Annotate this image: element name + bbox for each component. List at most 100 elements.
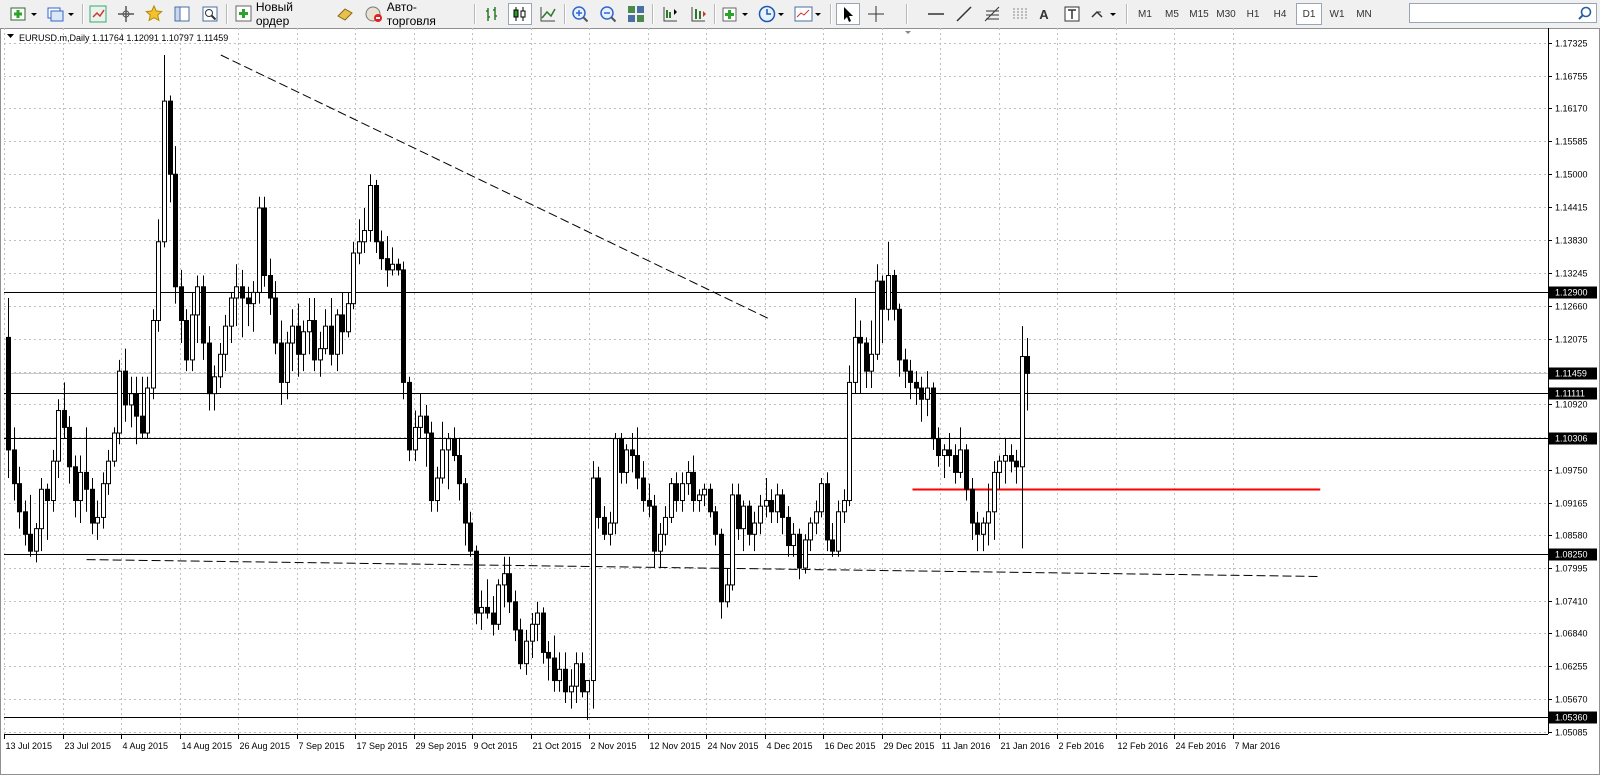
candle-bearish — [62, 410, 67, 428]
price-tick-label: 1.06840 — [1555, 629, 1588, 639]
candle-bearish — [385, 258, 390, 271]
line-chart-button[interactable] — [536, 3, 560, 25]
text-tool-button[interactable]: A — [1032, 3, 1056, 25]
candle-bullish — [251, 291, 256, 305]
bar-chart-button[interactable] — [480, 3, 504, 25]
candle-bullish — [418, 415, 423, 428]
candle-bullish — [390, 263, 395, 271]
terminal-button[interactable] — [170, 3, 194, 25]
candle-bullish — [301, 331, 306, 355]
periods-button[interactable] — [756, 3, 790, 25]
channel-tool-button[interactable] — [1008, 3, 1032, 25]
candle-bearish — [596, 477, 601, 518]
candle-bullish — [151, 320, 156, 389]
timeframe-w1[interactable]: W1 — [1324, 3, 1350, 25]
timeframe-m5[interactable]: M5 — [1159, 3, 1185, 25]
time-tick-label: 7 Mar 2016 — [1235, 741, 1281, 751]
candle-bearish — [379, 241, 384, 260]
candle-bullish — [557, 668, 562, 682]
candle-bullish — [195, 286, 200, 316]
timeframe-mn[interactable]: MN — [1351, 3, 1377, 25]
zoom-in-button[interactable] — [568, 3, 592, 25]
fibonacci-tool-button[interactable] — [980, 3, 1004, 25]
tester-button[interactable] — [198, 3, 222, 25]
candle-bullish — [257, 207, 262, 293]
chart-shift-button[interactable] — [658, 3, 682, 25]
candle-bearish — [201, 286, 206, 344]
experts-button[interactable] — [333, 3, 357, 25]
text-label-icon — [1064, 6, 1080, 22]
timeframe-h4[interactable]: H4 — [1267, 3, 1293, 25]
candle-bullish — [357, 241, 362, 254]
text-label-tool-button[interactable] — [1060, 3, 1084, 25]
candle-bearish — [84, 471, 89, 490]
candle-bullish — [925, 387, 930, 400]
candle-bearish — [630, 449, 635, 457]
candlestick-chart-button[interactable] — [508, 3, 532, 25]
price-level-tag-label: 1.11111 — [1555, 389, 1585, 399]
candle-bullish — [285, 342, 290, 383]
clock-icon — [758, 5, 784, 23]
candle-bearish — [580, 663, 585, 693]
candle-bullish — [39, 488, 44, 530]
candle-bearish — [719, 533, 724, 603]
candle-bullish — [741, 505, 746, 530]
candle-bullish — [218, 353, 223, 378]
templates-button[interactable] — [792, 3, 826, 25]
main-toolbar: Новый ордер Авто-торговля A M1 M5 M15 M3… — [0, 0, 1600, 29]
candle-bullish — [680, 483, 685, 502]
zoom-out-button[interactable] — [596, 3, 620, 25]
timeframe-m30[interactable]: M30 — [1213, 3, 1239, 25]
navigator-button[interactable] — [114, 3, 138, 25]
candle-bearish — [1009, 455, 1014, 462]
search-box[interactable] — [1409, 3, 1597, 23]
candle-bearish — [45, 488, 50, 502]
timeframe-d1[interactable]: D1 — [1296, 3, 1322, 25]
candle-bullish — [323, 325, 328, 350]
price-tick-label: 1.17325 — [1555, 39, 1588, 49]
candle-bearish — [463, 483, 468, 524]
tile-windows-button[interactable] — [624, 3, 648, 25]
arrows-tool-button[interactable] — [1088, 3, 1122, 25]
autoscroll-button[interactable] — [686, 3, 710, 25]
candle-bullish — [752, 522, 757, 535]
new-order-label: Новый ордер — [255, 0, 293, 28]
auto-trading-button[interactable]: Авто-торговля — [361, 0, 469, 28]
candle-bearish — [797, 533, 802, 569]
candle-bullish — [129, 393, 134, 406]
candle-bearish — [1014, 460, 1019, 468]
search-icon[interactable] — [1578, 6, 1592, 20]
candle-bearish — [619, 438, 624, 473]
timeframe-m15[interactable]: M15 — [1186, 3, 1212, 25]
candle-bullish — [502, 573, 507, 586]
price-tick-label: 1.16170 — [1555, 104, 1588, 114]
candle-bullish — [624, 449, 629, 473]
cursor-tool-button[interactable] — [836, 3, 860, 25]
horizontal-line-tool-button[interactable] — [924, 3, 948, 25]
timeframe-m1[interactable]: M1 — [1132, 3, 1158, 25]
price-level-tag-label: 1.11459 — [1555, 369, 1587, 379]
favorites-button[interactable] — [142, 3, 166, 25]
search-input[interactable] — [1412, 5, 1571, 23]
price-tick-label: 1.13245 — [1555, 269, 1588, 279]
timeframe-h1[interactable]: H1 — [1240, 3, 1266, 25]
candle-bearish — [140, 415, 145, 434]
price-chart[interactable]: 1.17325 1.16755 1.16170 1.15585 1.15000 1.144… — [0, 28, 1600, 775]
candle-bearish — [713, 511, 718, 535]
price-tick-label: 1.14415 — [1555, 203, 1588, 213]
time-tick-label: 26 Aug 2015 — [240, 741, 291, 751]
candle-bearish — [90, 488, 95, 524]
trendline-tool-button[interactable] — [952, 3, 976, 25]
price-tick-label: 1.12075 — [1555, 335, 1588, 345]
new-order-button[interactable]: Новый ордер — [231, 0, 329, 28]
profiles-button[interactable] — [44, 3, 78, 25]
candle-bullish — [942, 449, 947, 457]
candle-bearish — [134, 393, 139, 417]
new-chart-button[interactable] — [6, 3, 42, 25]
candle-bullish — [78, 471, 83, 502]
crosshair-tool-button[interactable] — [864, 3, 888, 25]
indicators-button[interactable] — [720, 3, 754, 25]
time-tick-label: 16 Dec 2015 — [825, 741, 876, 751]
candle-bullish — [886, 275, 891, 310]
market-watch-button[interactable] — [86, 3, 110, 25]
